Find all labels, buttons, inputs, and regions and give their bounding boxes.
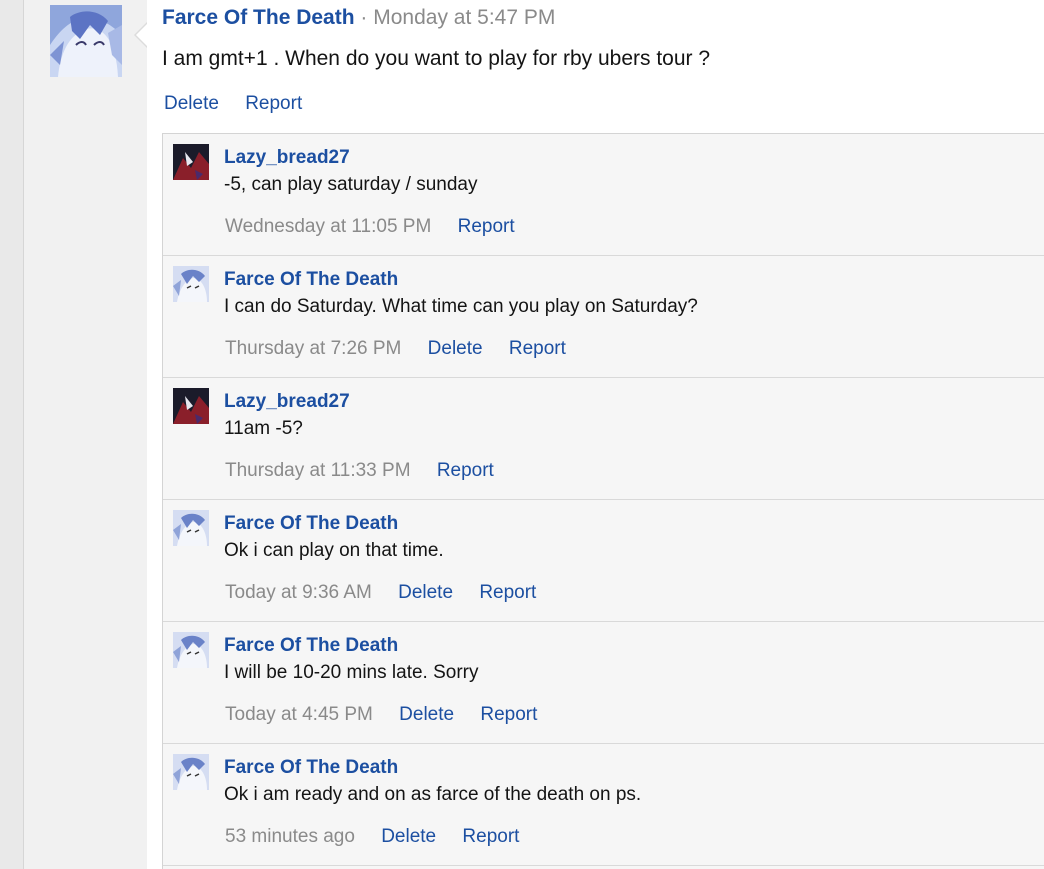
delete-link[interactable]: Delete (399, 704, 454, 725)
report-link[interactable]: Report (458, 216, 515, 237)
comment-timestamp[interactable]: Today at 9:36 AM (225, 582, 372, 603)
comment-author-link[interactable]: Farce Of The Death (224, 513, 398, 535)
comment-meta: Today at 9:36 AM Delete Report (225, 582, 557, 604)
comment-text: I can do Saturday. What time can you pla… (224, 296, 698, 317)
avatar-column (24, 0, 147, 869)
left-gutter (0, 0, 24, 869)
commenter-avatar[interactable] (173, 754, 209, 790)
report-link[interactable]: Report (462, 826, 519, 847)
profile-post: Farce Of The Death · Monday at 5:47 PM I… (147, 0, 1044, 133)
comment-list: Lazy_bread27 -5, can play saturday / sun… (162, 133, 1044, 869)
delete-link[interactable]: Delete (381, 826, 436, 847)
comment-author-link[interactable]: Lazy_bread27 (224, 391, 350, 413)
comment-author-link[interactable]: Lazy_bread27 (224, 147, 350, 169)
post-message: I am gmt+1 . When do you want to play fo… (162, 47, 711, 70)
report-link[interactable]: Report (509, 338, 566, 359)
commenter-avatar[interactable] (173, 632, 209, 668)
comment-author-link[interactable]: Farce Of The Death (224, 635, 398, 657)
comment-item: Farce Of The Death I will be 10-20 mins … (163, 622, 1044, 744)
delete-link[interactable]: Delete (398, 582, 453, 603)
report-link[interactable]: Report (480, 704, 537, 725)
post-header: Farce Of The Death · Monday at 5:47 PM (162, 6, 555, 30)
comment-timestamp[interactable]: Thursday at 7:26 PM (225, 338, 401, 359)
comment-meta: Today at 4:45 PM Delete Report (225, 704, 558, 726)
comment-meta: Wednesday at 11:05 PM Report (225, 216, 536, 238)
comment-item: Farce Of The Death Ok i can play on that… (163, 500, 1044, 622)
comment-item: Lazy_bread27 -5, can play saturday / sun… (163, 134, 1044, 256)
comment-meta: 53 minutes ago Delete Report (225, 826, 540, 848)
post-actions: Delete Report (164, 93, 323, 115)
comment-text: 11am -5? (224, 418, 303, 439)
comment-text: Ok i can play on that time. (224, 540, 444, 561)
delete-link[interactable]: Delete (164, 93, 219, 114)
comment-timestamp[interactable]: Today at 4:45 PM (225, 704, 373, 725)
comment-item: Farce Of The Death I can do Saturday. Wh… (163, 256, 1044, 378)
report-link[interactable]: Report (437, 460, 494, 481)
comment-meta: Thursday at 11:33 PM Report (225, 460, 515, 482)
comment-timestamp[interactable]: 53 minutes ago (225, 826, 355, 847)
comment-meta: Thursday at 7:26 PM Delete Report (225, 338, 587, 360)
commenter-avatar[interactable] (173, 510, 209, 546)
author-avatar[interactable] (50, 5, 122, 77)
comment-text: Ok i am ready and on as farce of the dea… (224, 784, 642, 805)
comment-item: Farce Of The Death Ok i am ready and on … (163, 744, 1044, 866)
comment-author-link[interactable]: Farce Of The Death (224, 757, 398, 779)
commenter-avatar[interactable] (173, 388, 209, 424)
post-author-link[interactable]: Farce Of The Death (162, 6, 355, 29)
delete-link[interactable]: Delete (428, 338, 483, 359)
commenter-avatar[interactable] (173, 266, 209, 302)
comment-author-link[interactable]: Farce Of The Death (224, 269, 398, 291)
comment-text: -5, can play saturday / sunday (224, 174, 478, 195)
comment-timestamp[interactable]: Thursday at 11:33 PM (225, 460, 411, 481)
report-link[interactable]: Report (479, 582, 536, 603)
comment-item: Lazy_bread27 11am -5? Thursday at 11:33 … (163, 378, 1044, 500)
report-link[interactable]: Report (245, 93, 302, 114)
comment-text: I will be 10-20 mins late. Sorry (224, 662, 479, 683)
separator: · (360, 6, 368, 29)
commenter-avatar[interactable] (173, 144, 209, 180)
comment-timestamp[interactable]: Wednesday at 11:05 PM (225, 216, 431, 237)
post-timestamp[interactable]: Monday at 5:47 PM (373, 6, 555, 29)
